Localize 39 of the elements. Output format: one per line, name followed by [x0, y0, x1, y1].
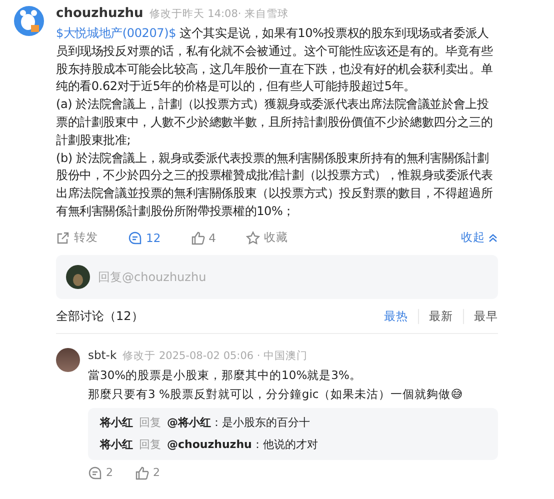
comment-icon	[128, 230, 142, 245]
sort-tab[interactable]: 最新	[418, 309, 463, 324]
sort-tab[interactable]: 最热	[374, 309, 418, 324]
collapse-button[interactable]: 收起	[461, 230, 498, 246]
thumbs-up-icon	[190, 230, 205, 245]
favorite-button[interactable]: 收藏	[246, 230, 288, 246]
comment-meta: 修改于 2025-08-02 05:06 · 中国澳门	[122, 348, 308, 363]
avatar-icon	[66, 264, 90, 289]
star-icon	[246, 230, 260, 245]
reply-field[interactable]: 回复@chouzhuzhu	[98, 266, 488, 287]
comment-button[interactable]: 12	[128, 230, 161, 245]
thumbs-up-icon	[135, 466, 149, 480]
comment-button[interactable]: 2	[88, 466, 113, 480]
reply-label: 回复	[139, 414, 161, 431]
author-name[interactable]: chouzhuzhu	[56, 6, 144, 21]
reply-text: @将小红：是小股东的百分十	[167, 414, 310, 431]
reply-label: 回复	[139, 436, 161, 453]
stock-link[interactable]: $大悦城地产(00207)$	[56, 26, 176, 40]
reply-text: @chouzhuzhu：他说的才对	[167, 436, 318, 453]
share-icon	[56, 230, 70, 245]
comment-icon	[88, 466, 102, 480]
post-paragraph: (b) 於法院會議上，親身或委派代表投票的無利害關係股東所持有的無利害關係計劃股份中，不少於四分之三的投票權贊成批准計劃（以投票方式），惟親身或委派代表出席法院會議並投票的無利害關係股東（以投票方式）投反對票的數目，不得超過所有無利害關係計劃股份所附帶投票權的10%；	[56, 150, 494, 220]
share-button[interactable]: 转发	[56, 230, 98, 246]
post-meta: 修改于昨天 14:08· 来自雪球	[149, 7, 289, 21]
avatar-icon	[14, 6, 44, 36]
chevron-up-icon	[488, 232, 498, 243]
commenter-name[interactable]: sbt-k	[88, 348, 117, 362]
like-button[interactable]: 4	[190, 230, 216, 245]
discussion-title: 全部讨论（12）	[56, 308, 144, 326]
post-paragraph: (a) 於法院會議上，計劃（以投票方式）獲親身或委派代表出席法院會議並於會上投票的計劃股東中，人數不少於總數半數，且所持計劃股份價值不少於總數四分之三的計劃股東批准;	[56, 96, 494, 149]
post-paragraph: $大悦城地产(00207)$ 这个其实是说，如果有10%投票权的股东到现场或者委派人员到现场投反对票的话，私有化就不会被通过。这个可能性应该还是有的。毕竟有些股东持股成本可能会比较高，这几年股价一直在下跌，也没有好的机会获利卖出。单纯的看0.62对于近5年的价格是可以的，但有些人可能持股超过5年。	[56, 25, 494, 96]
reply-author[interactable]: 将小红	[100, 434, 133, 456]
comment-text: 那麼只要有3 %股票反對就可以，分分鐘gic（如果未沽）一個就夠做😅	[88, 386, 464, 403]
avatar-icon	[56, 348, 80, 372]
reply-box[interactable]: 回复@chouzhuzhu	[56, 254, 498, 299]
comment-text: 當30%的股票是小股東，那麼其中的10%就是3%。	[88, 366, 362, 384]
like-button[interactable]: 2	[135, 466, 160, 480]
reply-author[interactable]: 将小红	[100, 412, 133, 434]
sort-tab[interactable]: 最早	[463, 309, 498, 324]
